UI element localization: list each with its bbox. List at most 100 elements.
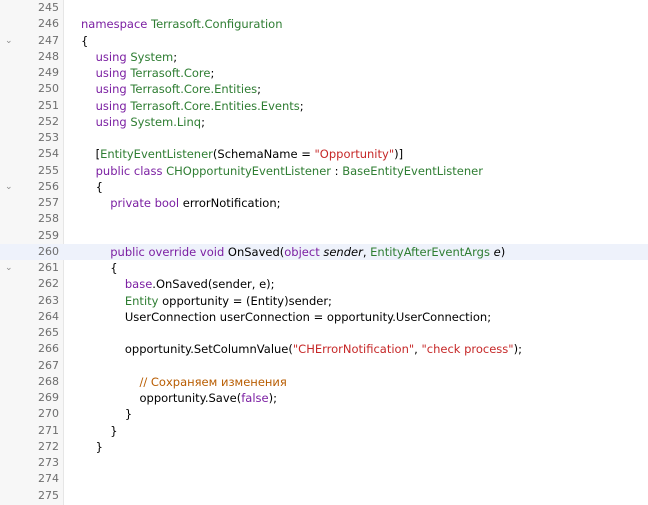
code-line-264[interactable]: 264 UserConnection userConnection = oppo… [0,309,648,325]
code-token: Terrasoft.Core.Entities [130,82,258,97]
code-text[interactable]: using System; [81,49,178,65]
code-token: { [81,33,89,48]
code-line-247[interactable]: ⌄ 247{ [0,33,648,49]
code-text[interactable]: [EntityEventListener(SchemaName = "Oppor… [81,146,403,162]
code-line-252[interactable]: 252 using System.Linq; [0,114,648,130]
line-number: 273 [38,456,59,469]
code-line-249[interactable]: 249 using Terrasoft.Core; [0,65,648,81]
code-line-268[interactable]: 268 // Сохраняем изменения [0,374,648,390]
line-number: 268 [38,374,59,388]
code-text[interactable]: namespace Terrasoft.Configuration [81,16,283,32]
code-line-257[interactable]: 257 private bool errorNotification; [0,195,648,211]
code-text[interactable]: { [81,33,88,49]
code-token: sender [323,244,363,259]
code-line-250[interactable]: 250 using Terrasoft.Core.Entities; [0,81,648,97]
line-number: 270 [38,407,59,421]
code-text[interactable]: opportunity.Save(false); [81,390,277,406]
code-token: public class [95,163,167,178]
code-token: ; [257,82,262,97]
code-line-254[interactable]: 254 [EntityEventListener(SchemaName = "O… [0,146,648,162]
code-editor[interactable]: 245 246 namespace Terrasoft.Configuration ⌄… [0,0,648,505]
code-token: "CHErrorNotification" [292,342,415,357]
line-number: 275 [38,488,59,502]
code-token: "check process" [421,342,514,357]
code-token: System.Linq [130,114,202,129]
line-number: 260 [38,244,59,258]
code-line-273[interactable]: 273 [0,455,648,471]
code-token: ; [299,98,304,113]
code-token: using [95,98,131,113]
code-text[interactable]: Entity opportunity = (Entity)sender; [81,293,332,309]
code-line-260[interactable]: 260 public override void OnSaved(object … [0,243,648,260]
code-text[interactable]: using Terrasoft.Core.Entities; [81,81,261,97]
code-line-266[interactable]: 266 opportunity.SetColumnValue("CHErrorN… [0,341,648,357]
code-text[interactable]: private bool errorNotification; [81,195,281,211]
code-text[interactable]: public class CHOpportunityEventListener … [81,163,483,179]
code-line-275[interactable]: 275 [0,488,648,504]
code-text[interactable]: UserConnection userConnection = opportun… [81,309,491,325]
line-number: 250 [38,82,59,96]
code-line-272[interactable]: 272 } [0,439,648,455]
code-line-248[interactable]: 248 using System; [0,49,648,65]
code-line-259[interactable]: 259 [0,228,648,244]
code-line-258[interactable]: 258 [0,211,648,227]
code-line-271[interactable]: 271 } [0,423,648,439]
code-token: ); [268,391,277,405]
code-token: } [81,407,133,422]
code-token: errorNotification; [182,196,281,210]
code-token: } [81,439,103,454]
code-token: } [81,423,118,438]
code-text[interactable]: } [81,423,118,439]
line-number: 247 [38,33,59,47]
code-token: // Сохраняем изменения [139,374,287,389]
code-text[interactable]: using Terrasoft.Core; [81,65,215,81]
code-line-269[interactable]: 269 opportunity.Save(false); [0,390,648,406]
code-text[interactable]: using Terrasoft.Core.Entities.Events; [81,98,304,114]
code-token: opportunity = (Entity)sender; [162,293,332,308]
line-number: 266 [38,342,59,356]
code-token: using [95,114,131,129]
code-token: using [95,49,131,64]
code-text[interactable]: opportunity.SetColumnValue("CHErrorNotif… [81,341,522,357]
code-line-255[interactable]: 255 public class CHOpportunityEventListe… [0,163,648,179]
code-text[interactable]: { [81,179,103,195]
code-line-267[interactable]: 267 [0,358,648,374]
code-token: ; [210,66,215,80]
code-token: UserConnection userConnection = opportun… [81,309,492,324]
code-line-262[interactable]: 262 base.OnSaved(sender, e); [0,276,648,292]
line-number: 269 [38,391,59,404]
code-line-246[interactable]: 246 namespace Terrasoft.Configuration [0,16,648,32]
code-line-274[interactable]: 274 [0,471,648,487]
code-text[interactable]: using System.Linq; [81,114,205,130]
line-number: 272 [38,439,59,453]
code-text[interactable]: { [81,260,117,276]
code-text[interactable]: // Сохраняем изменения [81,374,287,390]
code-token: BaseEntityEventListener [342,163,483,178]
code-line-270[interactable]: 270 } [0,406,648,422]
code-line-253[interactable]: 253 [0,130,648,146]
code-line-261[interactable]: ⌄ 261 { [0,260,648,276]
code-text[interactable]: } [81,406,132,422]
code-token: System [130,49,174,64]
code-line-263[interactable]: 263 Entity opportunity = (Entity)sender; [0,293,648,309]
code-token: (SchemaName = [212,147,315,162]
code-text[interactable]: public override void OnSaved(object send… [81,244,505,260]
code-token: EntityEventListener [100,147,213,162]
code-line-265[interactable]: 265 [0,325,648,341]
code-token: false [241,391,269,405]
code-text[interactable]: } [81,439,103,455]
code-token: opportunity.Save( [81,391,242,405]
line-number: 256 [38,179,59,193]
code-line-256[interactable]: ⌄ 256 { [0,179,648,195]
code-text[interactable]: base.OnSaved(sender, e); [81,276,275,292]
code-line-245[interactable]: 245 [0,0,648,16]
line-number: 252 [38,114,59,128]
code-line-251[interactable]: 251 using Terrasoft.Core.Entities.Events… [0,98,648,114]
line-number: 251 [38,98,59,112]
line-number: 274 [38,472,59,486]
